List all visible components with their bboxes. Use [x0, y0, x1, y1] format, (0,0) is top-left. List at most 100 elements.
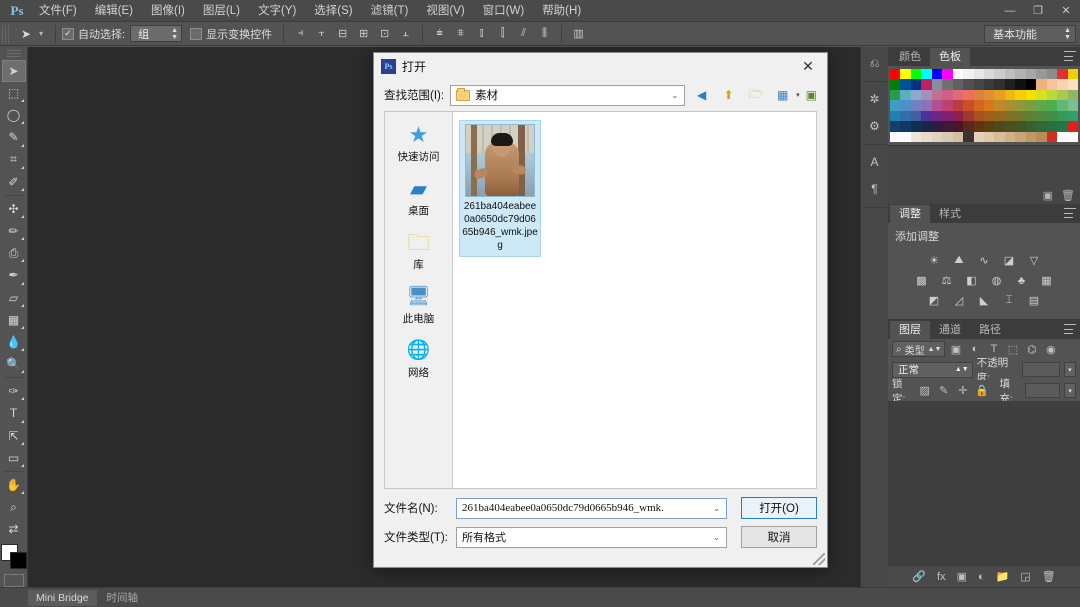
color-swatch[interactable] [931, 89, 943, 101]
color-swatch[interactable] [921, 121, 932, 132]
align-bottom-icon[interactable]: ⫠ [396, 24, 415, 43]
color-swatch[interactable] [921, 110, 932, 122]
filter-pixel-icon[interactable]: ▣ [947, 341, 964, 358]
menu-view[interactable]: 视图(V) [417, 0, 473, 22]
color-swatch[interactable] [942, 131, 953, 143]
color-swatch[interactable] [994, 110, 1005, 122]
color-swatch[interactable] [1025, 79, 1037, 90]
color-swatch[interactable] [963, 100, 974, 111]
lock-transparent-icon[interactable]: ▨ [917, 382, 932, 399]
color-swatch[interactable] [1046, 100, 1058, 111]
tab-channels[interactable]: 通道 [930, 321, 970, 340]
color-swatch[interactable] [900, 100, 911, 111]
panel-menu-icon[interactable] [1064, 208, 1076, 219]
color-swatch[interactable] [900, 110, 911, 122]
clone-stamp-tool[interactable]: ⎙ [2, 242, 26, 264]
color-swatch[interactable] [1004, 89, 1016, 101]
hand-tool[interactable]: ✋ [2, 474, 26, 496]
color-swatch[interactable] [1004, 100, 1016, 111]
color-swatch[interactable] [942, 100, 953, 111]
distribute-bottom-icon[interactable]: ⫾ [472, 24, 491, 43]
color-swatch[interactable] [921, 89, 932, 101]
options-bar-grip[interactable] [2, 24, 11, 43]
color-swatch[interactable] [1025, 69, 1037, 80]
status-tab-mini-bridge[interactable]: Mini Bridge [28, 589, 97, 606]
color-swatch[interactable] [1057, 131, 1068, 143]
color-swatch[interactable] [1057, 100, 1068, 111]
color-swatch[interactable] [984, 69, 995, 80]
filter-toggle-icon[interactable]: ◉ [1042, 341, 1059, 358]
view-mode-icon[interactable]: ▦ [772, 85, 793, 105]
menu-filter[interactable]: 滤镜(T) [362, 0, 418, 22]
color-swatch[interactable] [942, 121, 953, 132]
color-swatch[interactable] [1004, 131, 1016, 143]
gradient-map-icon[interactable]: ⌶ [1000, 292, 1019, 309]
file-list[interactable]: 261ba404eabee0a0650dc79d0665b946_wmk.jpe… [452, 111, 817, 489]
color-swatch[interactable] [931, 131, 943, 143]
new-fill-layer-icon[interactable]: ◐ [978, 571, 985, 583]
color-swatch[interactable] [1036, 89, 1047, 101]
color-swatch[interactable] [931, 121, 943, 132]
levels-icon[interactable]: ⛰ [950, 252, 969, 269]
workspace-selector[interactable]: 基本功能 ▲ ▼ [984, 24, 1076, 43]
lock-position-icon[interactable]: ✛ [955, 382, 970, 399]
dialog-resize-handle[interactable] [813, 553, 825, 565]
tab-paths[interactable]: 路径 [970, 321, 1010, 340]
color-swatch[interactable] [1004, 110, 1016, 122]
layer-filter-dropdown[interactable]: ⌕ 类型 ▲▼ [892, 341, 946, 358]
tab-layers[interactable]: 图层 [890, 321, 930, 340]
status-tab-timeline[interactable]: 时间轴 [99, 590, 147, 606]
threshold-icon[interactable]: ◣ [975, 292, 994, 309]
brush-presets-icon[interactable]: ✲ [863, 86, 887, 112]
layers-list[interactable] [888, 401, 1080, 565]
color-swatch[interactable] [931, 100, 943, 111]
auto-align-layers-icon[interactable]: ▥ [569, 24, 588, 43]
color-swatch[interactable] [942, 110, 953, 122]
color-swatch[interactable] [1046, 79, 1058, 90]
distribute-middle-icon[interactable]: ⩨ [451, 24, 470, 43]
place-network[interactable]: 🌐 网络 [385, 338, 452, 380]
color-swatch[interactable] [984, 121, 995, 132]
color-swatch[interactable] [973, 89, 984, 101]
color-swatch[interactable] [1046, 131, 1058, 143]
color-swatch[interactable] [1046, 121, 1058, 132]
color-swatch[interactable] [973, 79, 984, 90]
menu-help[interactable]: 帮助(H) [533, 0, 590, 22]
invert-icon[interactable]: ◩ [925, 292, 944, 309]
color-swatch[interactable] [1025, 131, 1037, 143]
color-swatch[interactable] [1057, 79, 1068, 90]
restore-button[interactable]: ❐ [1024, 0, 1052, 22]
color-swatch[interactable] [984, 79, 995, 90]
quick-mask-button[interactable] [3, 574, 24, 588]
panel-menu-icon[interactable] [1064, 324, 1076, 335]
color-swatch[interactable] [1036, 110, 1047, 122]
color-swatch[interactable] [994, 100, 1005, 111]
opacity-stepper[interactable]: ▾ [1063, 362, 1076, 378]
color-swatch[interactable] [1015, 79, 1026, 90]
color-swatch[interactable] [890, 100, 901, 111]
fill-stepper[interactable]: ▾ [1064, 383, 1077, 399]
color-swatch[interactable] [1046, 89, 1058, 101]
color-swatch[interactable] [952, 110, 964, 122]
new-folder-icon[interactable]: 🗁 [745, 85, 766, 105]
color-swatch[interactable] [984, 100, 995, 111]
color-swatch[interactable] [921, 79, 932, 90]
tool-presets-icon[interactable]: ⚙ [863, 113, 887, 139]
color-swatch[interactable] [910, 121, 922, 132]
dialog-title-bar[interactable]: Ps 打开 ✕ [374, 53, 827, 79]
posterize-icon[interactable]: ◿ [950, 292, 969, 309]
tab-styles[interactable]: 样式 [930, 205, 970, 224]
color-swatch[interactable] [1046, 110, 1058, 122]
link-layers-icon[interactable]: 🔗 [912, 570, 926, 583]
color-swatch[interactable] [963, 121, 974, 132]
distribute-top-icon[interactable]: ⩧ [430, 24, 449, 43]
color-swatch[interactable] [921, 69, 932, 80]
menu-window[interactable]: 窗口(W) [474, 0, 534, 22]
color-swatch[interactable] [994, 89, 1005, 101]
chevron-down-icon[interactable]: ⌄ [709, 504, 724, 513]
color-swatch[interactable] [1067, 69, 1078, 80]
selective-color-icon[interactable]: ▤ [1025, 292, 1044, 309]
color-balance-icon[interactable]: ⚖ [937, 272, 956, 289]
color-swatch[interactable] [890, 131, 901, 143]
color-swatch[interactable] [890, 79, 901, 90]
